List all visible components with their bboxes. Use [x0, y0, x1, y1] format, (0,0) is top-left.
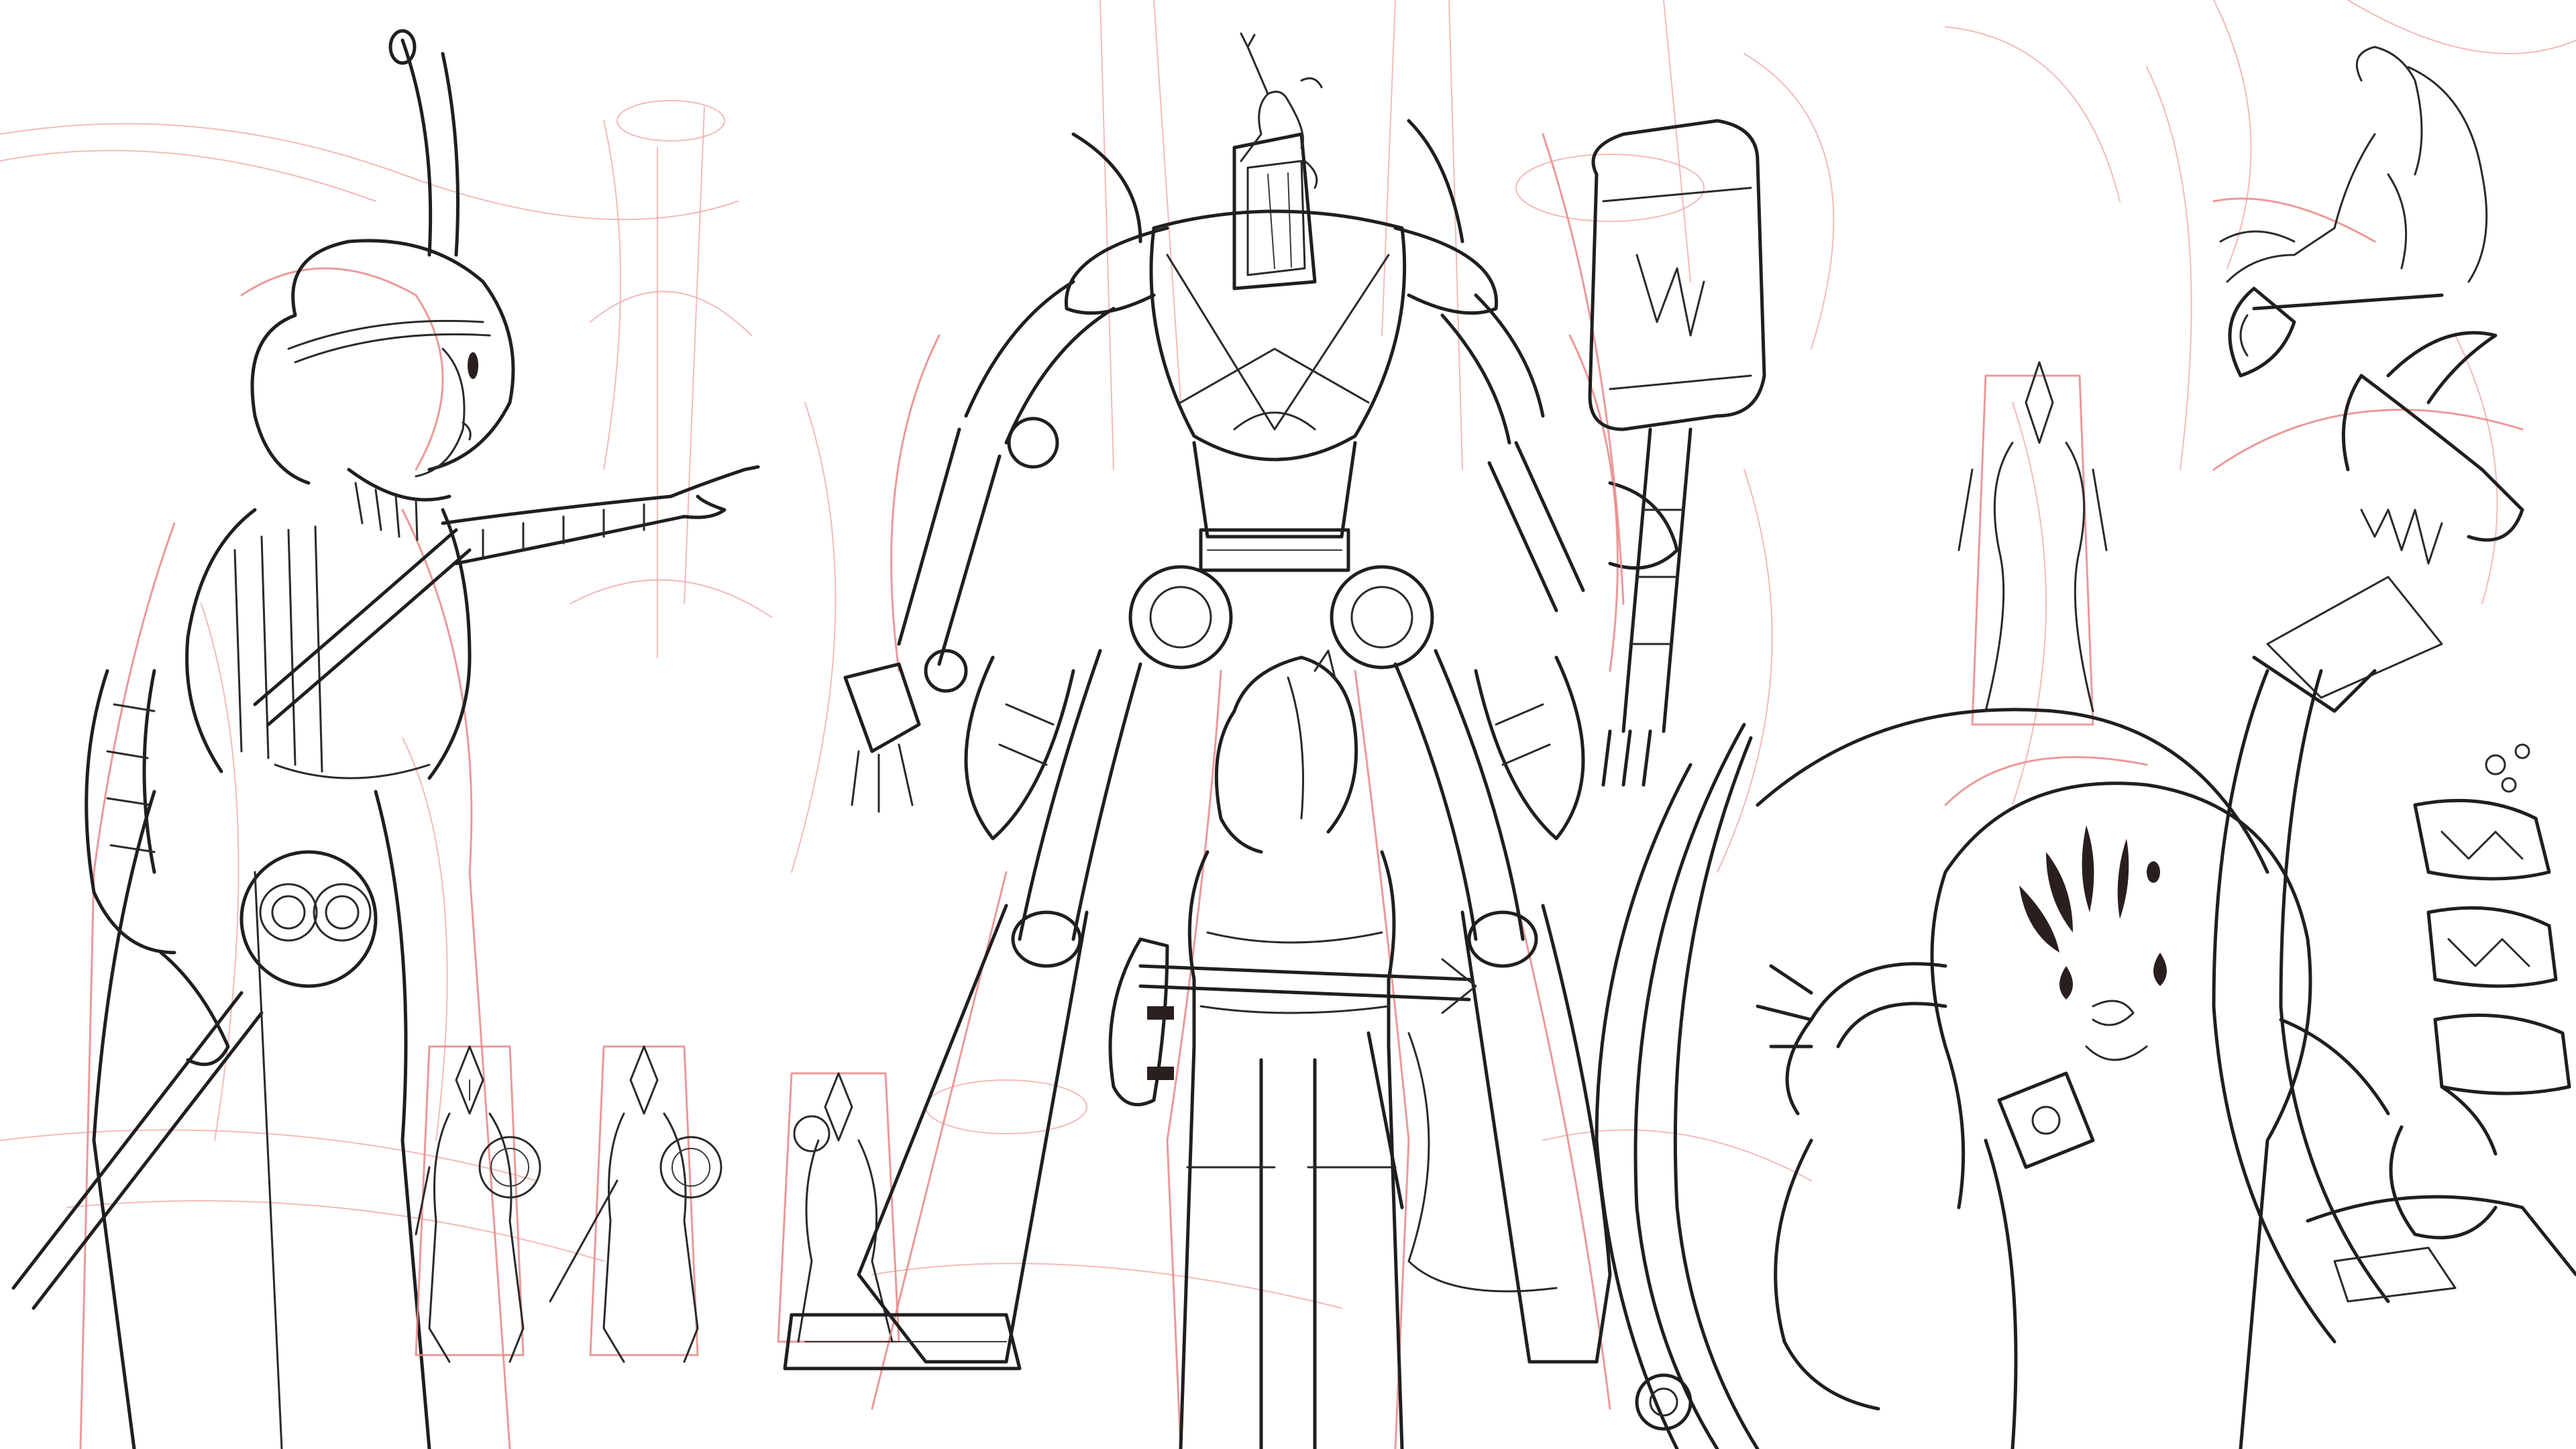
armored-creature: [2212, 331, 2576, 1344]
background-sketch-lines: [0, 0, 2576, 1309]
giant-robot: [783, 119, 1679, 1410]
shadow-monster: [1756, 756, 2390, 1449]
princess-figure: [11, 29, 760, 1449]
soldier-1: [415, 1045, 541, 1363]
imp-on-robot-head: [1240, 32, 1323, 189]
girl-on-axe: [2212, 46, 2488, 378]
central-hero: [1108, 649, 1558, 1449]
soldier-2: [549, 1045, 722, 1363]
line-art-illustration: [0, 0, 2576, 1449]
artwork-canvas: [0, 0, 2576, 1449]
giant-hammer: [1542, 119, 1766, 787]
